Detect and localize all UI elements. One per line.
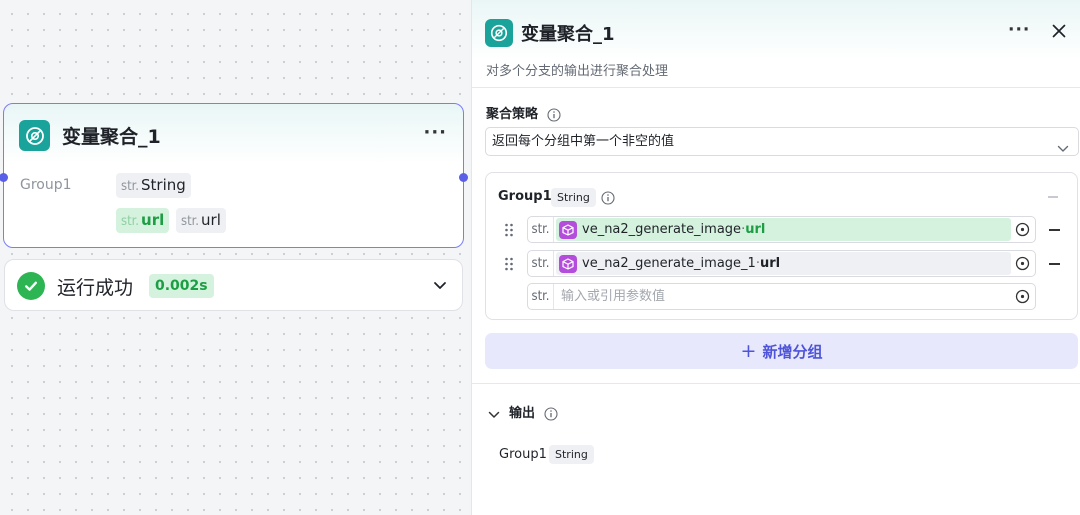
strategy-select-value: 返回每个分组中第一个非空的值 — [492, 134, 675, 149]
info-icon[interactable] — [601, 191, 615, 205]
chevron-down-icon[interactable] — [432, 277, 448, 297]
close-icon[interactable] — [1052, 23, 1066, 42]
run-result-bar[interactable]: 运行成功 0.002s — [4, 259, 463, 311]
node-title: 变量聚合_1 — [62, 126, 161, 148]
info-icon[interactable] — [543, 406, 558, 421]
divider — [472, 383, 1080, 384]
variable-input-placeholder: 输入或引用参数值 — [561, 289, 666, 304]
output-group-name: Group1 — [499, 447, 547, 462]
variable-ref-chip[interactable]: ve_na2_generate_image · url — [556, 218, 1011, 241]
input-port[interactable] — [0, 173, 8, 182]
panel-header: 变量聚合_1 ··· 对多个分支的输出进行聚合处理 — [472, 0, 1080, 88]
variable-picker-icon[interactable] — [1015, 289, 1030, 308]
node-group-label: Group1 — [20, 177, 72, 193]
variable-row: str. ve_na2_generate_image · url — [486, 216, 1079, 243]
drag-handle-icon[interactable] — [504, 222, 514, 241]
input-var-tag: str. url — [176, 208, 226, 233]
variable-row-empty: str. 输入或引用参数值 — [486, 283, 1079, 310]
group-card: Group1 String str. ve_na2_generate_image… — [485, 172, 1078, 320]
variable-input[interactable]: str. 输入或引用参数值 — [527, 283, 1036, 310]
workflow-canvas[interactable]: 变量聚合_1 ··· Group1 str. String str. url str… — [0, 0, 470, 515]
drag-handle-icon[interactable] — [504, 256, 514, 275]
type-prefix: str. — [528, 251, 554, 276]
variable-picker-icon[interactable] — [1015, 222, 1030, 241]
remove-group-icon[interactable] — [1048, 196, 1058, 198]
variable-ref-chip[interactable]: ve_na2_generate_image_1 · url — [556, 252, 1011, 275]
output-port[interactable] — [459, 173, 468, 182]
chevron-down-icon[interactable] — [488, 405, 500, 424]
panel-title[interactable]: 变量聚合_1 — [521, 20, 615, 46]
node-more-icon[interactable]: ··· — [423, 122, 447, 143]
type-prefix: str. — [528, 217, 554, 242]
variable-aggregate-node[interactable]: 变量聚合_1 ··· Group1 str. String str. url str… — [0, 103, 468, 248]
plugin-cube-icon — [559, 254, 577, 273]
plugin-cube-icon — [559, 220, 577, 239]
run-status-text: 运行成功 — [57, 277, 134, 299]
panel-description[interactable]: 对多个分支的输出进行聚合处理 — [486, 60, 668, 79]
strategy-label: 聚合策略 — [486, 103, 561, 122]
more-icon[interactable]: ··· — [1008, 20, 1030, 40]
variable-picker-icon[interactable] — [1015, 256, 1030, 275]
remove-row-icon[interactable] — [1049, 263, 1060, 265]
variable-ref-field[interactable]: str. ve_na2_generate_image · url — [527, 216, 1036, 243]
variable-ref-field[interactable]: str. ve_na2_generate_image_1 · url — [527, 250, 1036, 277]
remove-row-icon[interactable] — [1049, 229, 1060, 231]
group-type-badge: String — [551, 188, 596, 207]
run-duration-badge: 0.002s — [149, 274, 214, 298]
input-var-tag: str. url — [116, 208, 170, 233]
chevron-down-icon — [1057, 137, 1069, 164]
type-prefix: str. — [528, 284, 554, 309]
node-config-panel: 变量聚合_1 ··· 对多个分支的输出进行聚合处理 聚合策略 返回每个分组中第一… — [471, 0, 1080, 515]
aggregate-icon — [485, 19, 513, 47]
plus-icon: + — [740, 340, 757, 362]
info-icon[interactable] — [546, 107, 561, 122]
success-check-icon — [17, 272, 45, 300]
aggregate-icon — [19, 120, 50, 151]
variable-row: str. ve_na2_generate_image_1 · url — [486, 250, 1079, 277]
group-type-tag: str. String — [116, 173, 191, 198]
add-group-button[interactable]: + 新增分组 — [485, 333, 1078, 369]
group-name[interactable]: Group1 — [498, 189, 552, 204]
output-section-label[interactable]: 输出 — [509, 402, 558, 421]
output-type-badge: String — [549, 445, 594, 464]
strategy-select[interactable]: 返回每个分组中第一个非空的值 — [485, 127, 1079, 156]
